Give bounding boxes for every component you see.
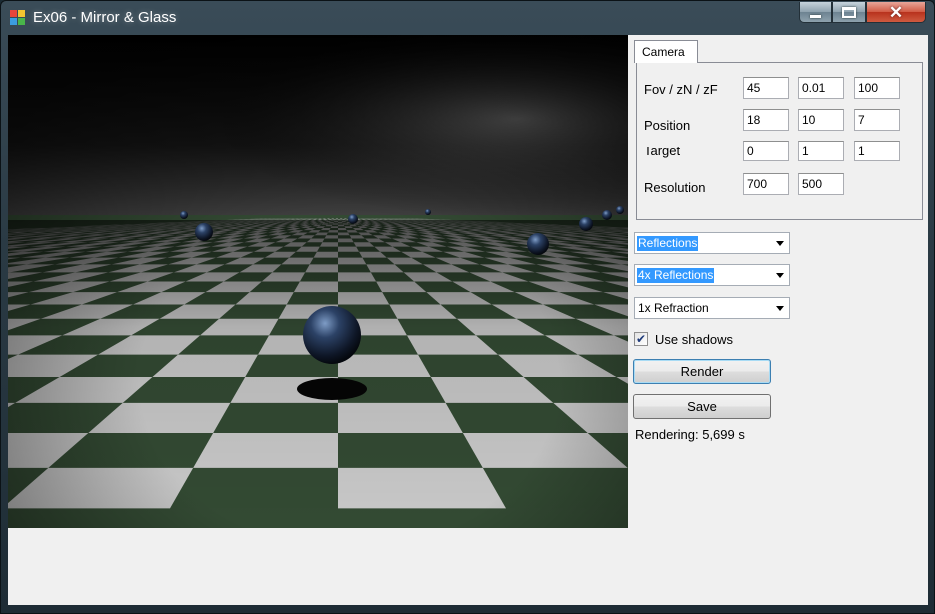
position-z-input[interactable]: 7 bbox=[854, 109, 900, 131]
target-label: Target bbox=[644, 147, 680, 159]
render-button[interactable]: Render bbox=[633, 359, 771, 384]
refraction-depth-value: 1x Refraction bbox=[638, 301, 709, 315]
mirror-sphere bbox=[527, 233, 549, 255]
target-label-text: Target bbox=[644, 147, 681, 158]
fov-label: Fov / zN / zF bbox=[644, 82, 718, 97]
fov-input[interactable]: 45 bbox=[743, 77, 789, 99]
mirror-sphere bbox=[425, 209, 431, 215]
minimize-button[interactable] bbox=[799, 2, 832, 23]
mirror-sphere bbox=[579, 217, 593, 231]
resolution-height-input[interactable]: 500 bbox=[798, 173, 844, 195]
maximize-icon bbox=[842, 6, 856, 18]
maximize-button[interactable] bbox=[832, 2, 866, 23]
reflection-depth-select[interactable]: 4x Reflections bbox=[634, 264, 790, 286]
resolution-width-input[interactable]: 700 bbox=[743, 173, 789, 195]
mirror-sphere bbox=[303, 306, 361, 364]
rendering-time-status: Rendering: 5,699 s bbox=[635, 427, 745, 442]
checkmark-icon: ✔ bbox=[635, 332, 647, 346]
dropdown-arrow-icon bbox=[776, 273, 784, 278]
close-button[interactable]: ✕ bbox=[866, 2, 926, 23]
mirror-sphere bbox=[348, 214, 358, 224]
reflections-mode-select[interactable]: Reflections bbox=[634, 232, 790, 254]
mirror-sphere bbox=[195, 223, 213, 241]
reflection-depth-value: 4x Reflections bbox=[637, 268, 715, 283]
dropdown-arrow-icon bbox=[776, 306, 784, 311]
mirror-sphere bbox=[616, 206, 624, 214]
close-icon: ✕ bbox=[888, 2, 904, 22]
mirror-sphere bbox=[180, 211, 188, 219]
znear-input[interactable]: 0.01 bbox=[798, 77, 844, 99]
zfar-input[interactable]: 100 bbox=[854, 77, 900, 99]
use-shadows-checkbox[interactable]: ✔ bbox=[634, 332, 648, 346]
render-viewport bbox=[8, 35, 628, 528]
settings-panel: Camera Fov / zN / zF 45 0.01 100 Positio… bbox=[633, 35, 928, 605]
mirror-sphere bbox=[602, 210, 612, 220]
rendered-image bbox=[8, 35, 628, 528]
app-icon[interactable] bbox=[10, 10, 26, 25]
title-bar[interactable]: Ex06 - Mirror & Glass ✕ bbox=[1, 1, 934, 34]
reflections-mode-value: Reflections bbox=[637, 236, 699, 251]
refraction-depth-select[interactable]: 1x Refraction bbox=[634, 297, 790, 319]
camera-tab-page: Fov / zN / zF 45 0.01 100 Position 18 10… bbox=[636, 62, 923, 220]
position-label: Position bbox=[644, 118, 691, 133]
use-shadows-option[interactable]: ✔ Use shadows bbox=[634, 330, 733, 348]
save-button[interactable]: Save bbox=[633, 394, 771, 419]
use-shadows-label: Use shadows bbox=[655, 331, 734, 347]
tab-camera[interactable]: Camera bbox=[634, 40, 698, 63]
window-title: Ex06 - Mirror & Glass bbox=[33, 9, 177, 26]
dropdown-arrow-icon bbox=[776, 241, 784, 246]
position-y-input[interactable]: 10 bbox=[798, 109, 844, 131]
main-window: Ex06 - Mirror & Glass ✕ Camera Fov / zN … bbox=[0, 0, 935, 614]
client-area: Camera Fov / zN / zF 45 0.01 100 Positio… bbox=[8, 35, 928, 605]
target-z-input[interactable]: 1 bbox=[854, 141, 900, 161]
resolution-label: Resolution bbox=[644, 180, 706, 195]
minimize-icon bbox=[810, 14, 821, 18]
target-x-input[interactable]: 0 bbox=[743, 141, 789, 161]
target-y-input[interactable]: 1 bbox=[798, 141, 844, 161]
position-x-input[interactable]: 18 bbox=[743, 109, 789, 131]
sphere-shadow bbox=[297, 378, 367, 400]
